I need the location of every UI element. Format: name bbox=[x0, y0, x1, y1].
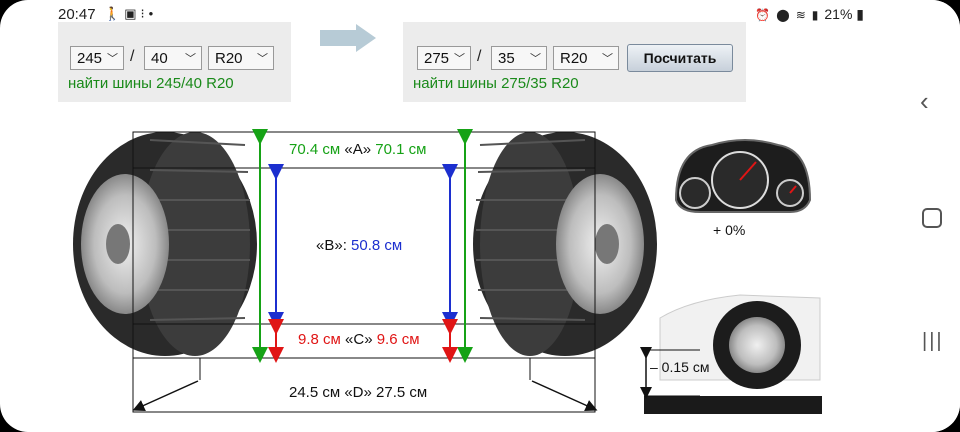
d-right-arrow bbox=[531, 380, 598, 412]
back-icon[interactable]: ‹ bbox=[920, 86, 929, 117]
left-tire-image bbox=[73, 132, 257, 356]
clearance-change-value: – 0.15 см bbox=[650, 359, 710, 375]
tire-comparison-diagram bbox=[73, 129, 822, 414]
right-tire-image bbox=[473, 132, 657, 356]
a-mid: «A» bbox=[344, 141, 372, 158]
b-label: «B»: 50.8 см bbox=[316, 237, 402, 254]
c-right-value: 9.6 см bbox=[376, 331, 420, 348]
b-title: «B»: bbox=[316, 237, 347, 254]
c-left-value: 9.8 см bbox=[298, 331, 341, 348]
recents-icon[interactable]: ||| bbox=[922, 330, 944, 353]
a-left-value: 70.4 см bbox=[289, 141, 341, 158]
c-mid: «C» bbox=[345, 331, 373, 348]
d-left-arrow bbox=[132, 380, 199, 412]
d-label: 24.5 см «D» 27.5 см bbox=[289, 384, 428, 401]
speedometer-icon bbox=[674, 139, 812, 213]
a-label: 70.4 см «A» 70.1 см bbox=[289, 141, 426, 158]
screen: 20:47 🚶▣⁝• ⏰ ⬤ ≋ ▮ 21% ▮ 245 ﹀ / 40 ﹀ R20 ﹀ … bbox=[0, 0, 960, 432]
system-nav-bar: ‹ ||| bbox=[902, 0, 960, 432]
car-clearance-image bbox=[640, 294, 822, 414]
b-value: 50.8 см bbox=[351, 237, 403, 254]
speed-change-value: + 0% bbox=[713, 222, 746, 238]
a-right-value: 70.1 см bbox=[375, 141, 427, 158]
home-icon[interactable] bbox=[922, 208, 942, 228]
c-label: 9.8 см «C» 9.6 см bbox=[298, 331, 420, 348]
